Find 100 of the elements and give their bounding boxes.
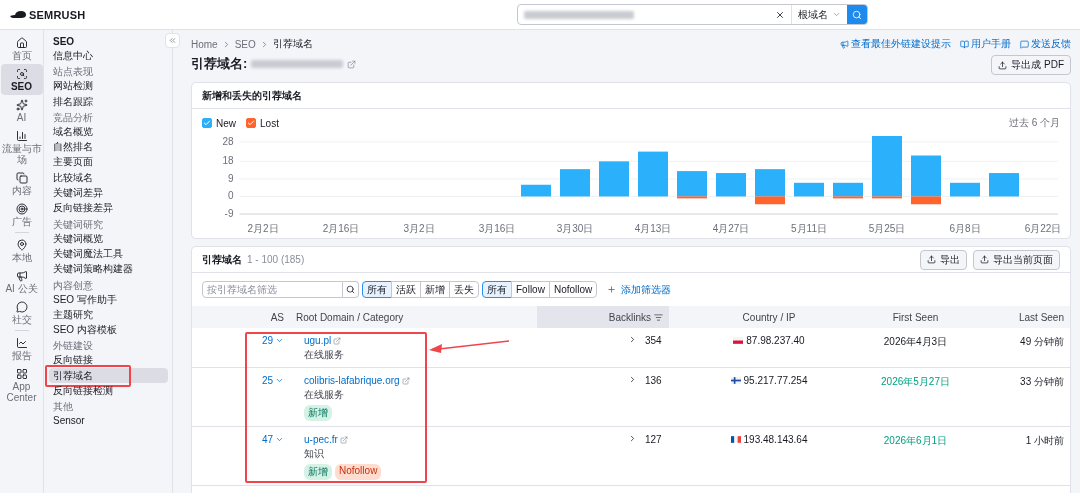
domain-link[interactable]: u-pec.fr [304,434,382,445]
nav-item[interactable]: 网站检测 [49,78,168,94]
rail-item[interactable]: App Center [0,364,43,406]
segment-button[interactable]: 所有 [362,281,392,298]
segment-button[interactable]: 活跃 [391,281,421,298]
nav-item[interactable]: 信息中心 [49,48,168,64]
export-pdf-button[interactable]: 导出成 PDF [991,55,1071,75]
upload-icon [998,60,1008,70]
export-button[interactable]: 导出 [920,249,967,270]
as-link[interactable]: 25 [261,375,284,386]
domain-link[interactable]: ugu.pl [304,335,344,346]
nav-item[interactable]: 关键词魔法工具 [49,245,168,262]
export-button[interactable]: 导出当前页面 [973,249,1060,270]
segment-button[interactable]: 新增 [420,281,450,298]
segment-button[interactable]: Nofollow [548,281,598,298]
breadcrumb[interactable]: SEO [234,38,256,50]
search-button[interactable] [847,5,867,24]
target-icon [15,203,28,215]
nav-item[interactable]: 反向链接检测 [49,383,168,399]
axis-label: 3月16日 [478,223,516,234]
header-link[interactable]: 发送反馈 [1020,37,1071,51]
legend-label: New [216,117,236,129]
legend-checkbox[interactable] [202,118,212,128]
nav-item[interactable]: 反向链接差异 [49,200,168,216]
nav-item[interactable]: 域名概览 [49,123,168,140]
rail-item[interactable]: 广告 [0,199,43,230]
search-button[interactable] [343,281,359,298]
column-header[interactable]: Backlinks [537,306,669,328]
domain-link[interactable]: colibris-lafabrique.org [304,375,410,386]
result-range: 1 - 100 (185) [247,253,305,265]
nav-item[interactable]: 关键词差异 [49,185,168,201]
filter-field[interactable]: 按引荐域名筛选 [202,281,343,298]
nav-item[interactable]: 关键词概览 [49,230,168,246]
expand-icon[interactable] [628,434,637,443]
upload-icon [927,255,936,264]
column-header[interactable]: Root Domain / Category [290,306,537,328]
status-tag: 新增 [304,405,332,421]
search-icon [852,9,862,20]
rail-item[interactable]: AI [0,95,43,126]
nav-heading: 站点表现 [52,66,94,78]
nav-item[interactable]: Sensor [49,413,168,429]
nav-item[interactable]: 排名跟踪 [49,93,168,109]
column-header[interactable]: AS [192,306,290,328]
legend-label: Lost [260,117,279,129]
chevron-down-icon [275,336,284,345]
period-label: 过去 6 个月 [1008,116,1060,130]
as-link[interactable]: 47 [261,434,284,445]
copy-icon [15,172,28,184]
book-icon [960,39,969,49]
nav-item[interactable]: 引荐域名 [49,367,168,384]
nav-item[interactable]: SEO 内容模板 [49,322,168,338]
segment-button[interactable]: 丢失 [449,281,479,298]
nav-item[interactable]: 自然排名 [49,139,168,155]
ip-address: 193.48.143.64 [743,434,808,445]
bar [560,169,590,197]
external-link-icon [401,376,410,385]
chat-bubble-icon [15,301,28,313]
search-field[interactable]: 根域名 [517,4,868,25]
column-header[interactable]: First Seen [869,306,962,328]
axis-label: 6月8日 [949,223,981,234]
check-icon [203,119,211,127]
nav-item[interactable]: 比较域名 [49,169,168,186]
column-header[interactable]: Last Seen [962,306,1070,328]
add-filter-link[interactable]: 添加筛选器 [607,282,672,297]
close-icon[interactable] [775,9,785,20]
breadcrumb[interactable]: 引荐域名 [272,37,313,51]
segment-button[interactable]: 所有 [482,281,512,298]
nav-item[interactable]: 反向链接 [49,352,168,368]
axis-label: 3月2日 [403,223,435,234]
megaphone-icon [15,270,28,282]
legend-checkbox[interactable] [246,118,256,128]
as-link[interactable]: 29 [261,335,284,346]
rail-item[interactable]: 内容 [0,168,43,199]
expand-icon[interactable] [628,335,637,344]
column-header[interactable]: Country / IP [669,306,869,328]
first-seen-date: 2026年4月3日 [883,335,948,349]
bar-chart-icon [15,130,28,142]
rail-item[interactable]: AI 公关 [0,266,43,297]
expand-icon[interactable] [628,375,637,384]
rail-item[interactable]: 流量与市场 [0,126,43,168]
header-link[interactable]: 查看最佳外链建设提示 [840,37,951,51]
segment-button[interactable]: Follow [511,281,550,298]
breadcrumb[interactable]: Home [191,38,218,50]
nav-heading: 内容创意 [52,279,94,291]
backlinks-count: 354 [645,335,663,346]
flag-icon [730,436,741,443]
nav-item[interactable]: 主要页面 [49,154,168,170]
header-link[interactable]: 用户手册 [960,37,1011,51]
rail-item[interactable]: 首页 [0,33,43,64]
nav-item[interactable]: 主题研究 [49,306,168,323]
rail-item[interactable]: 社交 [0,297,43,328]
rail-item[interactable]: 本地 [0,235,43,266]
status-tag: 新增 [304,464,332,480]
rail-item[interactable]: 报告 [0,333,43,364]
last-seen-time: 49 分钟前 [1020,335,1064,349]
chevron-down-icon [275,435,284,444]
nav-item[interactable]: 关键词策略构建器 [49,261,168,277]
rail-item[interactable]: SEO [0,64,43,95]
nav-item[interactable]: SEO 写作助手 [49,291,168,307]
chevron-down-icon [832,10,841,19]
